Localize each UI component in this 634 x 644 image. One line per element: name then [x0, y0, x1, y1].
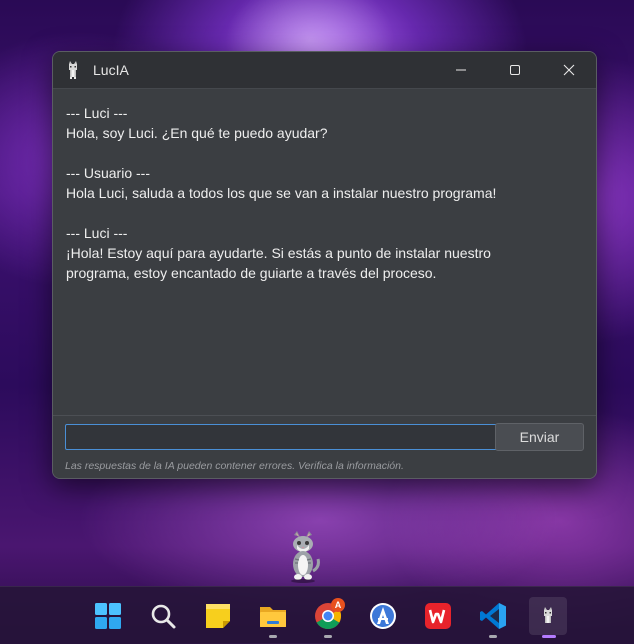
desktop-cat-pet[interactable]: [285, 531, 321, 583]
sticky-notes-icon: [206, 604, 230, 628]
chrome-profile-badge: A: [331, 598, 345, 612]
lucia-cat-icon: [544, 607, 552, 623]
message-header: --- Usuario ---: [66, 165, 150, 181]
taskbar-vscode[interactable]: [474, 597, 512, 638]
taskbar: A: [0, 586, 634, 644]
message-text: Hola, soy Luci. ¿En qué te puedo ayudar?: [66, 125, 328, 141]
minimize-icon: [456, 69, 466, 71]
running-indicator: [324, 635, 332, 638]
taskbar-android-studio[interactable]: [364, 597, 402, 635]
search-icon: [151, 604, 176, 629]
cat-app-icon: [65, 60, 81, 80]
message-input[interactable]: [65, 424, 499, 450]
taskbar-start[interactable]: [89, 597, 127, 635]
running-indicator: [542, 635, 556, 638]
chat-message: --- Luci --- ¡Hola! Estoy aquí para ayud…: [66, 223, 583, 283]
close-icon: [563, 64, 575, 76]
taskbar-chrome[interactable]: A: [309, 597, 347, 638]
wps-office-icon: [425, 603, 451, 629]
chat-message: --- Usuario --- Hola Luci, saluda a todo…: [66, 163, 583, 203]
maximize-button[interactable]: [488, 52, 542, 88]
disclaimer-text: Las respuestas de la IA pueden contener …: [65, 460, 404, 472]
taskbar-search[interactable]: [144, 597, 182, 635]
taskbar-lucia[interactable]: [529, 597, 567, 638]
window-title: LucIA: [93, 62, 129, 78]
file-explorer-icon: [260, 607, 286, 627]
taskbar-sticky-notes[interactable]: [199, 597, 237, 635]
taskbar-file-explorer[interactable]: [254, 597, 292, 638]
chat-log[interactable]: --- Luci --- Hola, soy Luci. ¿En qué te …: [53, 89, 596, 415]
input-area: Enviar Las respuestas de la IA pueden co…: [53, 415, 596, 478]
start-icon: [95, 603, 121, 629]
message-text: ¡Hola! Estoy aquí para ayudarte. Si está…: [66, 245, 491, 281]
title-bar[interactable]: LucIA: [53, 52, 596, 89]
message-text: Hola Luci, saluda a todos los que se van…: [66, 185, 497, 201]
vscode-icon: [480, 603, 506, 629]
message-header: --- Luci ---: [66, 105, 128, 121]
android-studio-icon: [370, 603, 396, 629]
send-button[interactable]: Enviar: [495, 423, 584, 451]
message-header: --- Luci ---: [66, 225, 128, 241]
chat-message: --- Luci --- Hola, soy Luci. ¿En qué te …: [66, 103, 583, 143]
minimize-button[interactable]: [434, 52, 488, 88]
taskbar-wps-office[interactable]: [419, 597, 457, 635]
close-button[interactable]: [542, 52, 596, 88]
running-indicator: [269, 635, 277, 638]
running-indicator: [489, 635, 497, 638]
lucia-window: LucIA --- Luci --- Hola, soy Luci. ¿En q…: [52, 51, 597, 479]
maximize-icon: [510, 65, 520, 75]
